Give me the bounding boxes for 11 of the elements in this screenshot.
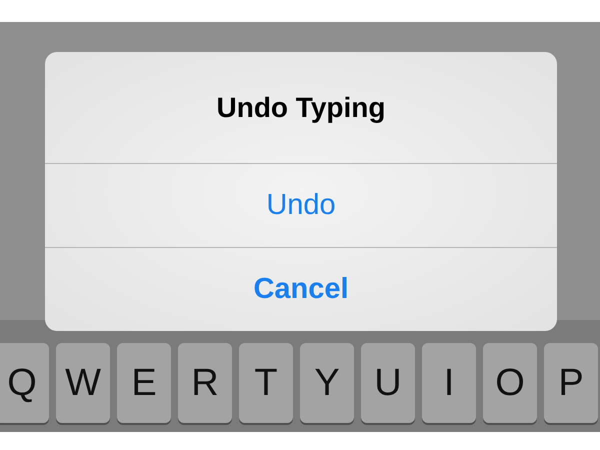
keyboard-key[interactable]: U [361, 343, 415, 423]
keyboard-key[interactable]: E [117, 343, 171, 423]
dialog-title: Undo Typing [45, 52, 557, 164]
keyboard-key[interactable]: W [56, 343, 110, 423]
keyboard-key[interactable]: Y [300, 343, 354, 423]
keyboard-key[interactable]: O [483, 343, 537, 423]
keyboard-key[interactable]: Q [0, 343, 49, 423]
keyboard-key[interactable]: P [544, 343, 598, 423]
keyboard-key[interactable]: T [239, 343, 293, 423]
keyboard-key[interactable]: I [422, 343, 476, 423]
keyboard-key[interactable]: R [178, 343, 232, 423]
